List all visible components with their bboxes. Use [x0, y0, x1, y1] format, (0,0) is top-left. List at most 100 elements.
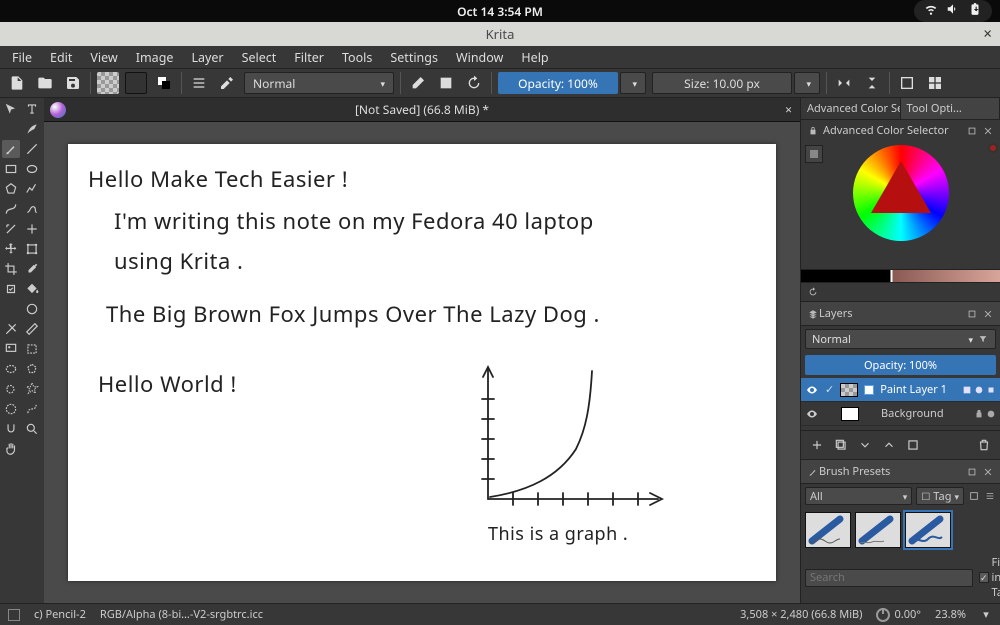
filter-icon[interactable]	[977, 333, 989, 345]
visibility-toggle[interactable]	[805, 383, 819, 397]
alpha-lock-toggle[interactable]	[435, 72, 457, 94]
gradient-tool[interactable]	[2, 300, 20, 318]
select-rect-tool[interactable]	[23, 340, 41, 358]
select-magnetic-tool[interactable]	[2, 420, 20, 438]
select-contiguous-tool[interactable]	[23, 380, 41, 398]
eraser-toggle[interactable]	[407, 72, 429, 94]
zoom-dropdown-icon[interactable]: ▾	[980, 609, 992, 621]
gradient-swatch[interactable]	[125, 72, 147, 94]
select-bezier-tool[interactable]	[23, 400, 41, 418]
layer-blend-mode-select[interactable]: Normal▾	[805, 329, 996, 349]
crop-tool[interactable]	[2, 260, 20, 278]
close-docker-icon[interactable]	[982, 125, 994, 137]
color-settings-icon[interactable]	[805, 145, 823, 163]
move-tool[interactable]	[2, 240, 20, 258]
menu-edit[interactable]: Edit	[42, 47, 80, 68]
reference-tool[interactable]	[2, 340, 20, 358]
document-tab-title[interactable]: [Not Saved] (66.8 MiB) *	[355, 101, 489, 118]
workspace-button[interactable]	[924, 72, 946, 94]
open-doc-button[interactable]	[34, 72, 56, 94]
brush-preset-item[interactable]	[855, 512, 901, 548]
zoom-level[interactable]: 23.8%	[935, 607, 966, 622]
edit-shapes-tool[interactable]	[2, 120, 20, 138]
brush-preset-item[interactable]	[805, 512, 851, 548]
layer-opacity-slider[interactable]: Opacity: 100%	[805, 355, 996, 375]
bezier-tool[interactable]	[2, 200, 20, 218]
layer-properties-button[interactable]	[903, 435, 923, 455]
new-doc-button[interactable]	[6, 72, 28, 94]
brush-editor-button[interactable]	[216, 72, 238, 94]
docker-tab-color[interactable]: Advanced Color Selec...	[801, 98, 901, 119]
polyline-tool[interactable]	[23, 180, 41, 198]
calligraphy-tool[interactable]	[23, 120, 41, 138]
wrap-around-button[interactable]	[896, 72, 918, 94]
menu-window[interactable]: Window	[448, 47, 511, 68]
menu-filter[interactable]: Filter	[286, 47, 332, 68]
layer-row-paint-layer-1[interactable]: ✓ Paint Layer 1	[801, 378, 1000, 402]
reload-brush-button[interactable]	[463, 72, 485, 94]
select-ellipse-tool[interactable]	[2, 360, 20, 378]
filter-in-tag-checkbox[interactable]: ✓Filter in Tag	[979, 555, 1000, 600]
canvas[interactable]: Hello Make Tech Easier ! I'm writing thi…	[68, 144, 776, 581]
opacity-dropdown[interactable]: ▾	[620, 72, 646, 94]
document-tab-close[interactable]: ×	[785, 101, 792, 118]
colorize-tool[interactable]	[23, 300, 41, 318]
lock-icon[interactable]	[807, 125, 819, 137]
move-down-button[interactable]	[855, 435, 875, 455]
transform2-tool[interactable]	[23, 240, 41, 258]
mirror-v-button[interactable]	[861, 72, 883, 94]
float-docker-icon[interactable]	[966, 308, 978, 320]
assist-tool[interactable]	[2, 320, 20, 338]
pattern-swatch[interactable]	[97, 72, 119, 94]
delete-layer-button[interactable]	[974, 435, 994, 455]
select-similar-tool[interactable]	[2, 400, 20, 418]
view-mode-icon[interactable]	[984, 490, 996, 502]
multi-brush-tool[interactable]	[23, 220, 41, 238]
mirror-h-button[interactable]	[833, 72, 855, 94]
close-docker-icon[interactable]	[982, 466, 994, 478]
polygon-tool[interactable]	[2, 180, 20, 198]
float-docker-icon[interactable]	[966, 466, 978, 478]
ellipse-tool[interactable]	[23, 160, 41, 178]
menu-help[interactable]: Help	[513, 47, 556, 68]
layer-row-background[interactable]: Background	[801, 402, 1000, 426]
rect-tool[interactable]	[2, 160, 20, 178]
battery-icon[interactable]	[968, 2, 982, 20]
dyna-tool[interactable]	[2, 220, 20, 238]
line-tool[interactable]	[23, 140, 41, 158]
brush-tag-select[interactable]: All▾	[805, 487, 912, 505]
brush-tool[interactable]	[2, 140, 20, 158]
menu-image[interactable]: Image	[128, 47, 182, 68]
volume-icon[interactable]	[946, 2, 960, 20]
color-clear-icon[interactable]	[988, 143, 998, 153]
size-dropdown[interactable]: ▾	[794, 72, 820, 94]
menu-view[interactable]: View	[82, 47, 125, 68]
window-close-button[interactable]: ×	[983, 24, 992, 44]
measure-tool[interactable]	[23, 320, 41, 338]
save-doc-button[interactable]	[62, 72, 84, 94]
close-docker-icon[interactable]	[982, 308, 994, 320]
color-selector[interactable]	[801, 141, 1000, 269]
pan-tool[interactable]	[2, 440, 20, 458]
add-layer-button[interactable]	[807, 435, 827, 455]
zoom-tool[interactable]	[23, 420, 41, 438]
blend-mode-select[interactable]: Normal▾	[244, 72, 394, 94]
transform-tool[interactable]	[2, 100, 20, 118]
docker-tab-tool-options[interactable]: Tool Opti...	[901, 98, 1000, 119]
opacity-slider[interactable]: Opacity: 100%	[498, 72, 618, 94]
wifi-icon[interactable]	[924, 2, 938, 20]
brush-preset-button[interactable]	[188, 72, 210, 94]
storage-icon[interactable]	[968, 490, 980, 502]
select-poly-tool[interactable]	[23, 360, 41, 378]
size-slider[interactable]: Size: 10.00 px	[652, 72, 792, 94]
color-history-strip[interactable]	[801, 269, 1000, 283]
brush-tag-button[interactable]: ☐Tag▾	[916, 487, 964, 505]
refresh-icon[interactable]	[807, 286, 819, 298]
brush-search-input[interactable]	[805, 569, 973, 587]
menu-tools[interactable]: Tools	[334, 47, 380, 68]
select-free-tool[interactable]	[2, 380, 20, 398]
duplicate-layer-button[interactable]	[831, 435, 851, 455]
fg-bg-swap[interactable]	[153, 72, 175, 94]
color-picker-tool[interactable]	[23, 260, 41, 278]
visibility-toggle[interactable]	[805, 407, 819, 421]
